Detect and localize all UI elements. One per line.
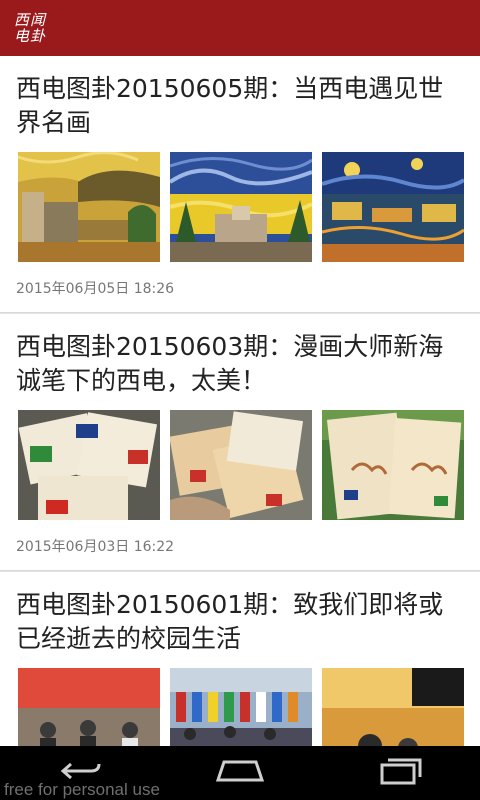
article-title[interactable]: 西电图卦20150605期：当西电遇见世界名画	[16, 72, 464, 140]
recent-apps-button[interactable]	[365, 753, 435, 793]
article-thumbnail[interactable]	[322, 668, 464, 746]
article-thumbnail[interactable]	[170, 410, 312, 520]
article-thumbnail[interactable]	[170, 668, 312, 746]
article-thumbnail[interactable]	[18, 410, 160, 520]
article-thumbnail[interactable]	[170, 152, 312, 262]
article-thumbnail[interactable]	[18, 668, 160, 746]
article-thumbnails	[18, 668, 464, 746]
app-screen: 西闻电卦 西电图卦20150605期：当西电遇见世界名画 2015年06月05日…	[0, 0, 480, 800]
home-icon	[214, 758, 266, 788]
article-thumbnails	[18, 152, 464, 262]
app-header: 西闻电卦	[0, 0, 480, 56]
article-thumbnail[interactable]	[322, 410, 464, 520]
article-date: 2015年06月03日 16:22	[16, 539, 175, 555]
article-card[interactable]: 西电图卦20150605期：当西电遇见世界名画 2015年06月05日 18:2…	[0, 56, 480, 313]
home-button[interactable]	[205, 753, 275, 793]
article-title[interactable]: 西电图卦20150603期：漫画大师新海诚笔下的西电，太美！	[16, 330, 464, 398]
article-thumbnails	[18, 410, 464, 520]
app-logo[interactable]: 西闻电卦	[14, 12, 50, 44]
article-date: 2015年06月05日 18:26	[16, 281, 175, 297]
recent-apps-icon	[376, 757, 424, 789]
article-title[interactable]: 西电图卦20150601期：致我们即将或已经逝去的校园生活	[16, 588, 464, 656]
article-card[interactable]: 西电图卦20150603期：漫画大师新海诚笔下的西电，太美！ 2015年06月0…	[0, 313, 480, 571]
watermark-text: free for personal use	[4, 780, 160, 799]
article-card[interactable]: 西电图卦20150601期：致我们即将或已经逝去的校园生活	[0, 571, 480, 746]
article-feed[interactable]: 西电图卦20150605期：当西电遇见世界名画 2015年06月05日 18:2…	[0, 56, 480, 746]
article-thumbnail[interactable]	[322, 152, 464, 262]
article-thumbnail[interactable]	[18, 152, 160, 262]
